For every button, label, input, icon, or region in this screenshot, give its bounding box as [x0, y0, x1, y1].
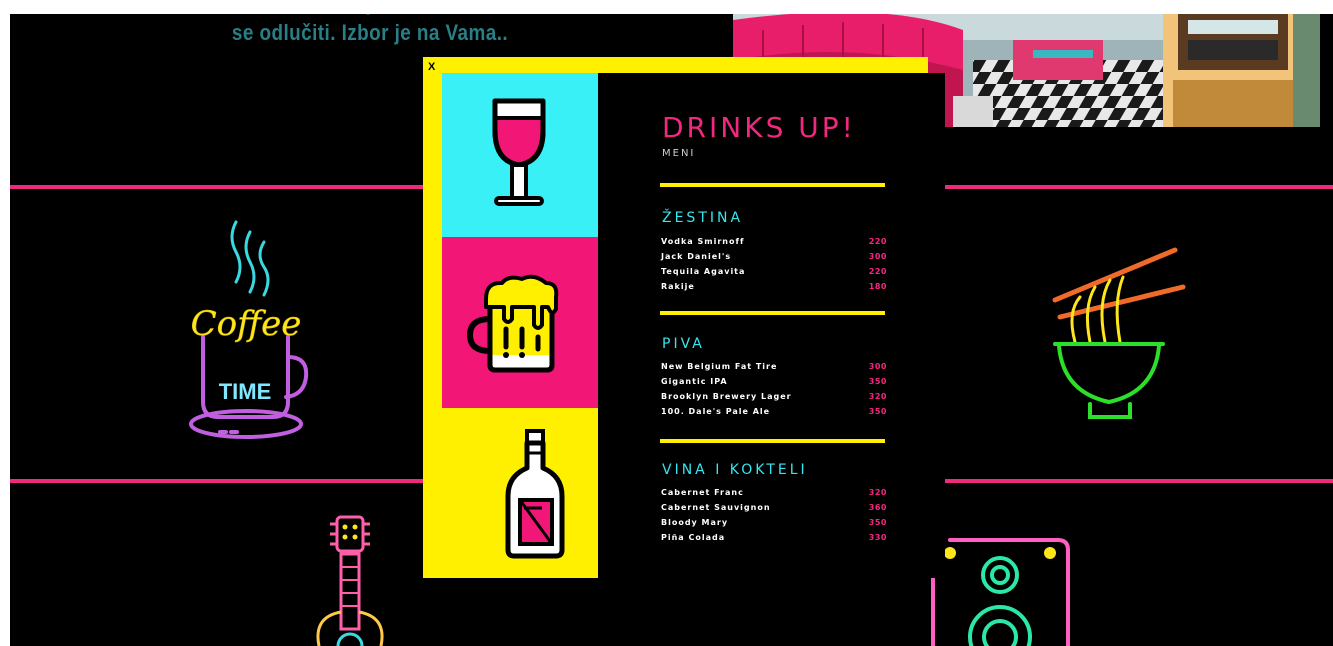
menu-item: Tequila Agavita 220	[661, 264, 887, 279]
menu-item: Bloody Mary 350	[661, 515, 887, 530]
menu-item: Gigantic IPA 350	[661, 374, 887, 389]
section-title-piva: PIVA	[662, 336, 705, 352]
guitar-icon	[316, 515, 384, 646]
menu-item: 100. Dale's Pale Ale 350	[661, 404, 887, 419]
section-items-piva: New Belgium Fat Tire 300 Gigantic IPA 350 …	[661, 359, 887, 419]
hero-text-line-2: se odlučiti. Izbor je na Vama..	[231, 20, 509, 45]
item-name: Bloody Mary	[661, 518, 729, 527]
speaker-icon	[931, 538, 1070, 646]
bottle-cell	[442, 408, 598, 578]
coffee-cup-icon: Coffee TIME	[189, 220, 309, 439]
coffee-time-text: TIME	[219, 379, 272, 404]
item-price: 180	[868, 282, 887, 291]
item-price: 320	[868, 488, 887, 497]
item-name: Rakije	[661, 282, 695, 291]
menu-item: Jack Daniel's 300	[661, 249, 887, 264]
coffee-time-sign: Coffee TIME	[178, 217, 313, 447]
item-price: 320	[868, 392, 887, 401]
item-name: New Belgium Fat Tire	[661, 362, 778, 371]
item-name: Tequila Agavita	[661, 267, 746, 276]
menu-item: Cabernet Franc 320	[661, 485, 887, 500]
item-name: Vodka Smirnoff	[661, 237, 745, 246]
section-title-zestina: ŽESTINA	[662, 210, 744, 226]
item-price: 300	[868, 252, 887, 261]
menu-item: Piña Colada 330	[661, 530, 887, 545]
menu-divider	[660, 183, 885, 187]
menu-item: Rakije 180	[661, 279, 887, 294]
wine-cell	[442, 73, 598, 237]
item-price: 350	[868, 407, 887, 416]
speaker-sign	[928, 535, 1078, 646]
item-name: Cabernet Franc	[661, 488, 744, 497]
coffee-word-text: Coffee	[191, 304, 302, 344]
beer-cell	[442, 237, 598, 408]
item-price: 300	[868, 362, 887, 371]
menu-subtitle: MENI	[662, 148, 696, 159]
menu-title: DRINKS UP!	[662, 111, 856, 144]
item-price: 330	[868, 533, 887, 542]
item-price: 220	[868, 267, 887, 276]
item-price: 360	[868, 503, 887, 512]
menu-divider	[660, 439, 885, 443]
noodle-bowl-sign	[1035, 242, 1195, 427]
close-button[interactable]: X	[428, 61, 435, 73]
guitar-sign	[305, 512, 415, 646]
item-name: Brooklyn Brewery Lager	[661, 392, 792, 401]
menu-item: Vodka Smirnoff 220	[661, 234, 887, 249]
menu-item: New Belgium Fat Tire 300	[661, 359, 887, 374]
item-name: Cabernet Sauvignon	[661, 503, 771, 512]
section-items-zestina: Vodka Smirnoff 220 Jack Daniel's 300 Tequi…	[661, 234, 887, 294]
item-name: Jack Daniel's	[661, 252, 732, 261]
section-title-vina-kokteli: VINA I KOKTELI	[662, 462, 808, 478]
item-price: 350	[868, 377, 887, 386]
drinks-menu-modal: X DRINKS UP! MENI ŽESTINA Vodka Smirnoff…	[423, 57, 945, 578]
section-items-vina-kokteli: Cabernet Franc 320 Cabernet Sauvignon 360 …	[661, 485, 887, 545]
item-price: 350	[868, 518, 887, 527]
noodle-bowl-icon	[1052, 247, 1186, 419]
item-name: Piña Colada	[661, 533, 726, 542]
bottle-icon	[505, 429, 565, 559]
menu-divider	[660, 311, 885, 315]
top-white-strip	[10, 0, 1333, 14]
beer-mug-icon	[466, 274, 559, 373]
item-name: Gigantic IPA	[661, 377, 728, 386]
item-name: 100. Dale's Pale Ale	[661, 407, 771, 416]
wine-glass-icon	[492, 98, 546, 206]
menu-item: Brooklyn Brewery Lager 320	[661, 389, 887, 404]
item-price: 220	[868, 237, 887, 246]
menu-item: Cabernet Sauvignon 360	[661, 500, 887, 515]
